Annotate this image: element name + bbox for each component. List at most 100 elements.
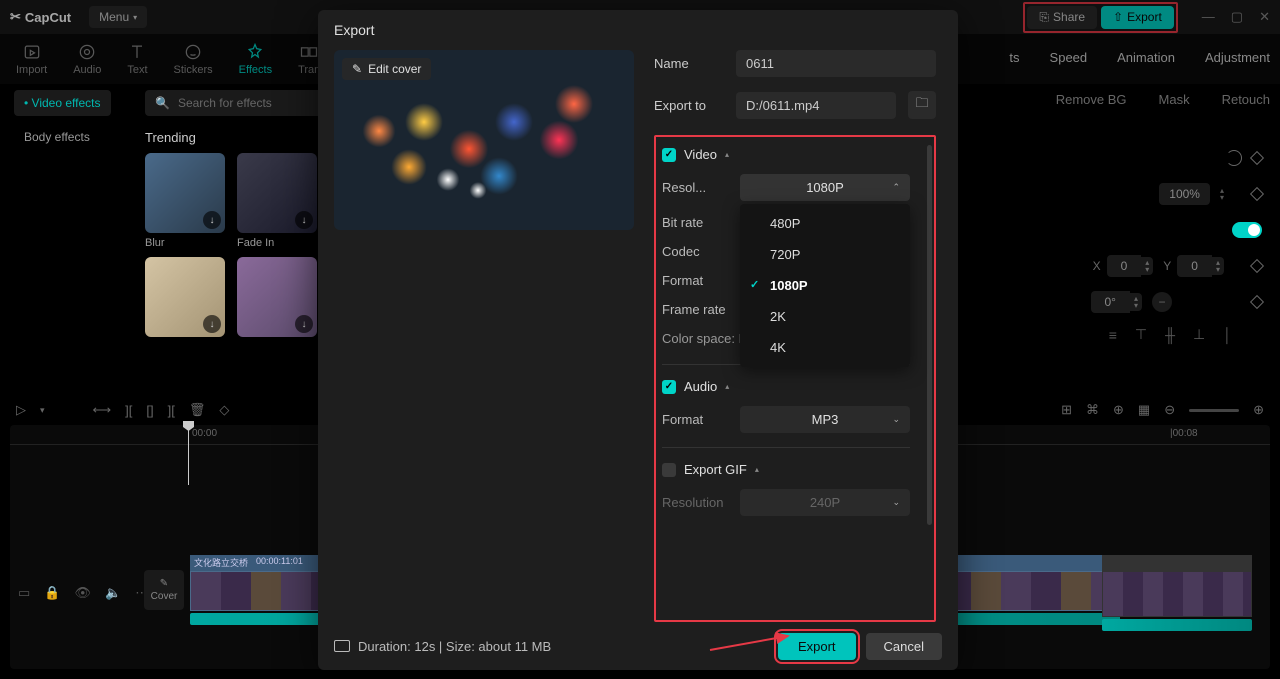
cancel-button[interactable]: Cancel	[866, 633, 942, 660]
mute-icon[interactable]: 🔈	[105, 585, 121, 601]
sidebar-body-effects[interactable]: Body effects	[14, 124, 134, 150]
split-icon[interactable]: ⟷	[93, 402, 112, 418]
clip-timecode: 00:00:11:01	[256, 556, 303, 570]
audio-section-header[interactable]: ✓ Audio ▴	[662, 379, 910, 394]
resolution-select[interactable]: 1080P ⌃ 480P 720P 1080P 2K 4K	[740, 174, 910, 201]
download-icon[interactable]: ↓	[203, 315, 221, 333]
option-1080p[interactable]: 1080P	[740, 270, 910, 301]
effect-label: Fade In	[237, 237, 317, 249]
align-row: ≡ ⊤ ╫ ⊥ │	[972, 326, 1262, 343]
position-x-stepper[interactable]: X0▴▾	[1093, 255, 1154, 277]
align-icon[interactable]: │	[1223, 327, 1232, 343]
minimize-button[interactable]: —	[1202, 9, 1215, 25]
stepper-arrows-icon[interactable]: ▴▾	[1141, 257, 1153, 275]
gif-section-header[interactable]: Export GIF ▴	[662, 462, 910, 477]
gif-checkbox[interactable]	[662, 463, 676, 477]
scale-value[interactable]: 100%	[1159, 183, 1210, 205]
effect-thumb[interactable]: ↓	[237, 257, 317, 337]
keyframe-icon[interactable]	[1250, 259, 1264, 273]
option-720p[interactable]: 720P	[740, 239, 910, 270]
export-modal: Export ✎ Edit cover Name 0611 Export to …	[318, 10, 958, 670]
effect-thumb-fadein[interactable]: ↓	[237, 153, 317, 233]
stepper-arrows-icon[interactable]: ▴▾	[1130, 293, 1142, 311]
keyframe-icon[interactable]	[1250, 187, 1264, 201]
link-icon[interactable]: ⌘	[1086, 402, 1099, 418]
zoom-out-icon[interactable]: ⊖	[1164, 402, 1175, 418]
toggle-switch[interactable]	[1232, 222, 1262, 238]
tool-icon[interactable]: ⊞	[1061, 402, 1072, 418]
sidebar-video-effects[interactable]: • Video effects	[14, 90, 111, 116]
mask-button[interactable]: Mask	[1159, 92, 1190, 107]
keyframe-icon[interactable]	[1250, 295, 1264, 309]
tab-effects[interactable]: Effects	[239, 42, 272, 76]
zoom-in-icon[interactable]: ⊕	[1253, 402, 1264, 418]
share-button[interactable]: ⎘ Share	[1027, 6, 1097, 29]
reset-icon[interactable]	[1226, 150, 1242, 166]
audio-format-select[interactable]: MP3 ⌄	[740, 406, 910, 433]
maximize-button[interactable]: ▢	[1231, 9, 1243, 25]
name-input[interactable]: 0611	[736, 50, 936, 77]
align-icon[interactable]: ⊥	[1193, 326, 1205, 343]
position-y-stepper[interactable]: Y0▴▾	[1163, 255, 1224, 277]
zoom-slider[interactable]	[1189, 409, 1239, 412]
remove-bg-button[interactable]: Remove BG	[1056, 92, 1127, 107]
stepper-arrows-icon[interactable]: ▴▾	[1212, 257, 1224, 275]
edit-cover-button[interactable]: ✎ Edit cover	[342, 58, 431, 80]
video-checkbox[interactable]: ✓	[662, 148, 676, 162]
option-2k[interactable]: 2K	[740, 301, 910, 332]
browse-folder-button[interactable]: 🗀	[908, 91, 936, 119]
tab-stickers[interactable]: Stickers	[174, 42, 213, 76]
tab-import[interactable]: Import	[16, 42, 47, 76]
align-icon[interactable]: ⊤	[1135, 326, 1147, 343]
effect-thumb-blur[interactable]: ↓	[145, 153, 225, 233]
retouch-button[interactable]: Retouch	[1222, 92, 1270, 107]
tool-icon[interactable]: ▦	[1138, 402, 1150, 418]
inspector-tab-1[interactable]: ts	[1009, 50, 1019, 65]
export-button-top[interactable]: ⇧ Export	[1101, 6, 1174, 29]
eye-icon[interactable]: 👁	[74, 585, 91, 601]
audio-checkbox[interactable]: ✓	[662, 380, 676, 394]
align-icon[interactable]: ≡	[1109, 327, 1117, 343]
stepper-arrows-icon[interactable]: ▴▾	[1220, 187, 1224, 201]
minus-icon[interactable]: −	[1152, 292, 1172, 312]
tab-transitions[interactable]: Tran	[298, 42, 320, 76]
lock-icon[interactable]: 🔒	[44, 585, 60, 601]
track-icon[interactable]: ▭	[18, 585, 30, 601]
download-icon[interactable]: ↓	[203, 211, 221, 229]
tab-audio[interactable]: Audio	[73, 42, 101, 76]
timeline-clip[interactable]	[1102, 555, 1252, 625]
tool-icon[interactable]: ][	[125, 403, 132, 418]
gif-resolution-select[interactable]: 240P ⌄	[740, 489, 910, 516]
option-4k[interactable]: 4K	[740, 332, 910, 363]
menu-button[interactable]: Menu ▾	[89, 6, 147, 28]
playhead[interactable]	[188, 425, 189, 485]
export-path-input[interactable]: D:/0611.mp4	[736, 92, 896, 119]
inspector-tab-adjustment[interactable]: Adjustment	[1205, 50, 1270, 65]
inspector-tab-animation[interactable]: Animation	[1117, 50, 1175, 65]
download-icon[interactable]: ↓	[295, 315, 313, 333]
framerate-label: Frame rate	[662, 302, 740, 317]
bitrate-label: Bit rate	[662, 215, 740, 230]
tool-icon[interactable]: ◇	[219, 402, 229, 418]
download-icon[interactable]: ↓	[295, 211, 313, 229]
inspector-controls: 100% ▴▾ X0▴▾ Y0▴▾ 0°▴▾ − ≡ ⊤ ╫ ⊥ │	[972, 140, 1262, 343]
export-button[interactable]: Export	[778, 633, 856, 660]
pointer-tool-icon[interactable]: ▷	[16, 402, 26, 418]
close-button[interactable]: ✕	[1259, 9, 1270, 25]
option-480p[interactable]: 480P	[740, 208, 910, 239]
scrollbar[interactable]	[927, 145, 932, 525]
keyframe-icon[interactable]	[1250, 151, 1264, 165]
tab-text[interactable]: Text	[127, 42, 147, 76]
video-section-header[interactable]: ✓ Video ▴	[662, 147, 910, 162]
inspector-tab-speed[interactable]: Speed	[1050, 50, 1088, 65]
rotation-stepper[interactable]: 0°▴▾	[1091, 291, 1143, 313]
tool-icon[interactable]: ][	[168, 403, 175, 418]
tool-icon[interactable]: ⊕	[1113, 402, 1124, 418]
effect-thumb[interactable]: ↓	[145, 257, 225, 337]
tab-stickers-label: Stickers	[174, 64, 213, 76]
align-icon[interactable]: ╫	[1165, 327, 1175, 343]
cover-button[interactable]: ✎ Cover	[144, 570, 184, 610]
chevron-down-icon[interactable]: ▾	[40, 405, 45, 416]
tool-icon[interactable]: []	[146, 403, 153, 418]
delete-icon[interactable]: 🗑	[189, 402, 206, 418]
